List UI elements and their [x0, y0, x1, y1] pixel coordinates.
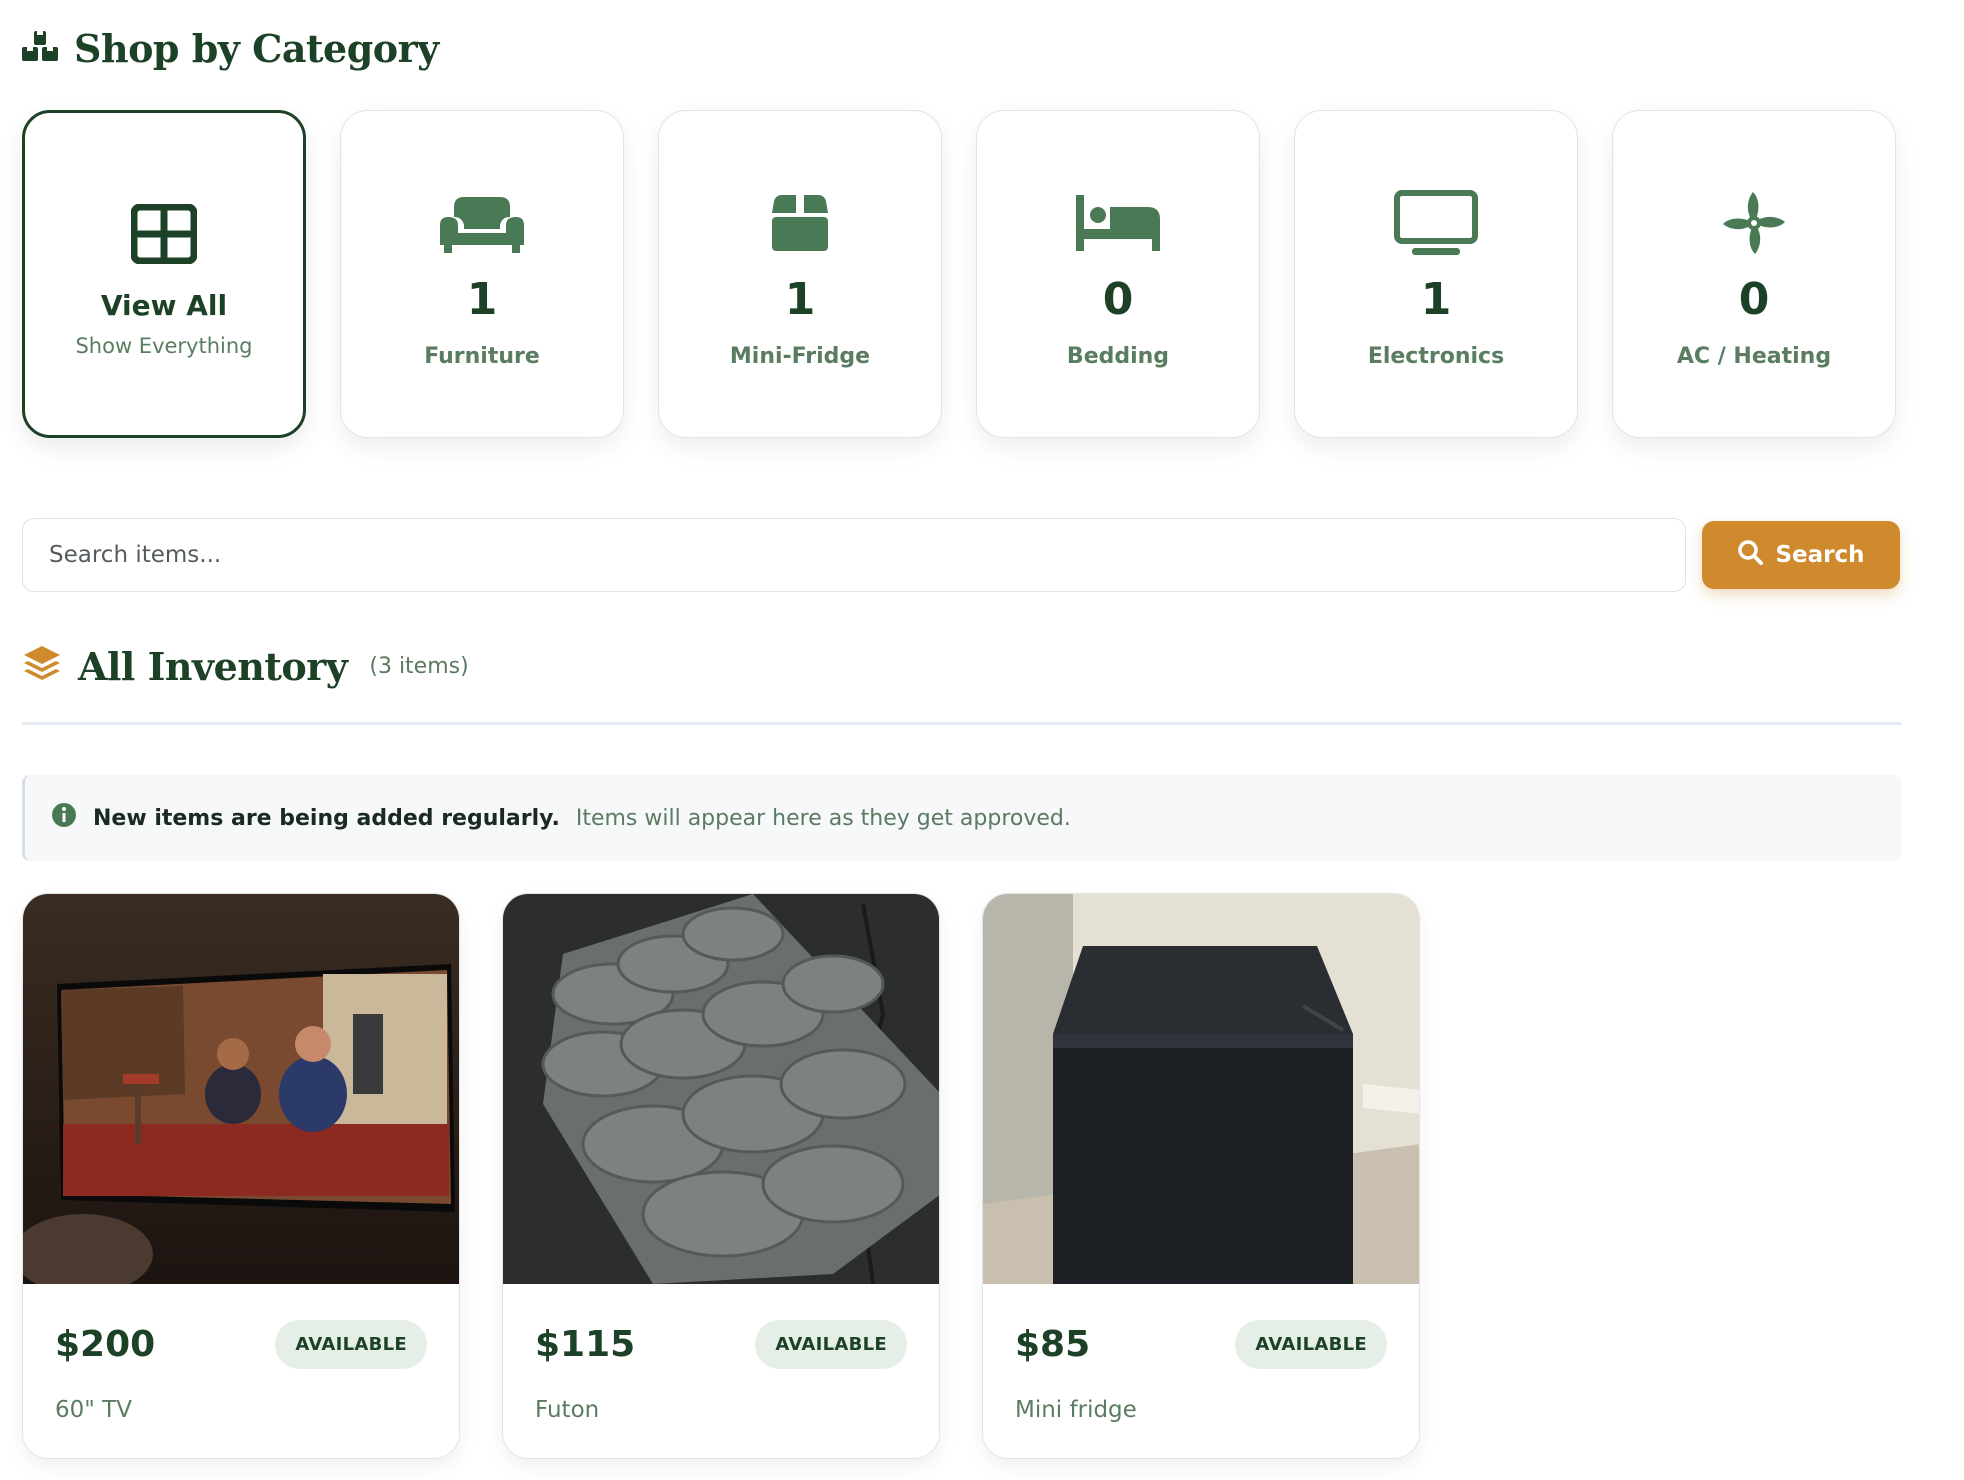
- product-name: 60" TV: [55, 1397, 132, 1423]
- category-label: Electronics: [1367, 343, 1505, 369]
- product-image-tv: [23, 894, 459, 1284]
- category-title: View All: [100, 288, 228, 322]
- product-image-futon: [503, 894, 939, 1284]
- category-card-bedding[interactable]: 0 Bedding: [976, 110, 1260, 438]
- product-list: $200 AVAILABLE 60" TV $115 AVAILABLE Fut…: [22, 893, 1964, 1459]
- category-card-mini-fridge[interactable]: 1 Mini-Fridge: [658, 110, 942, 438]
- inventory-count: (3 items): [369, 653, 469, 679]
- couch-icon: [439, 180, 525, 266]
- category-subtitle: Show Everything: [75, 333, 253, 358]
- tv-icon: [1393, 180, 1479, 266]
- page: Shop by Category View All Show Everythin…: [0, 0, 1964, 1480]
- section-divider: [22, 722, 1902, 725]
- inventory-header: All Inventory (3 items): [22, 636, 1964, 696]
- category-count: 0: [1738, 273, 1770, 325]
- search-bar: Search: [22, 518, 1964, 592]
- search-button[interactable]: Search: [1702, 521, 1900, 589]
- search-button-label: Search: [1775, 542, 1865, 568]
- notice-text: Items will appear here as they get appro…: [575, 805, 1071, 831]
- category-count: 0: [1102, 273, 1134, 325]
- layers-icon: [22, 644, 62, 688]
- category-card-furniture[interactable]: 1 Furniture: [340, 110, 624, 438]
- notice-strong-text: New items are being added regularly.: [93, 805, 560, 831]
- grid-icon: [121, 191, 207, 277]
- product-image-mini-fridge: [983, 894, 1419, 1284]
- bed-icon: [1075, 180, 1161, 266]
- category-label: Furniture: [424, 343, 540, 369]
- search-input[interactable]: [22, 518, 1686, 592]
- product-card[interactable]: $115 AVAILABLE Futon: [502, 893, 940, 1459]
- category-label: Bedding: [1066, 343, 1170, 369]
- inventory-title: All Inventory: [78, 643, 348, 689]
- product-card[interactable]: $200 AVAILABLE 60" TV: [22, 893, 460, 1459]
- status-badge: AVAILABLE: [755, 1320, 907, 1369]
- product-name: Mini fridge: [1015, 1397, 1137, 1423]
- category-card-electronics[interactable]: 1 Electronics: [1294, 110, 1578, 438]
- category-count: 1: [466, 273, 498, 325]
- category-list: View All Show Everything 1 Furniture 1 M…: [22, 110, 1964, 438]
- category-count: 1: [784, 273, 816, 325]
- boxes-icon: [22, 29, 58, 67]
- category-section-title: Shop by Category: [74, 25, 439, 71]
- category-label: Mini-Fridge: [729, 343, 871, 369]
- product-card[interactable]: $85 AVAILABLE Mini fridge: [982, 893, 1420, 1459]
- category-section-header: Shop by Category: [22, 0, 1964, 96]
- info-icon: [51, 802, 77, 834]
- product-price: $200: [55, 1324, 156, 1365]
- fan-icon: [1711, 180, 1797, 266]
- product-price: $115: [535, 1324, 636, 1365]
- category-card-ac-heating[interactable]: 0 AC / Heating: [1612, 110, 1896, 438]
- category-count: 1: [1420, 273, 1452, 325]
- category-label: AC / Heating: [1676, 343, 1832, 369]
- box-icon: [757, 180, 843, 266]
- info-notice: New items are being added regularly. Ite…: [22, 775, 1902, 861]
- product-name: Futon: [535, 1397, 600, 1423]
- status-badge: AVAILABLE: [275, 1320, 427, 1369]
- status-badge: AVAILABLE: [1235, 1320, 1387, 1369]
- category-card-view-all[interactable]: View All Show Everything: [22, 110, 306, 438]
- search-icon: [1737, 539, 1764, 571]
- product-price: $85: [1015, 1324, 1091, 1365]
